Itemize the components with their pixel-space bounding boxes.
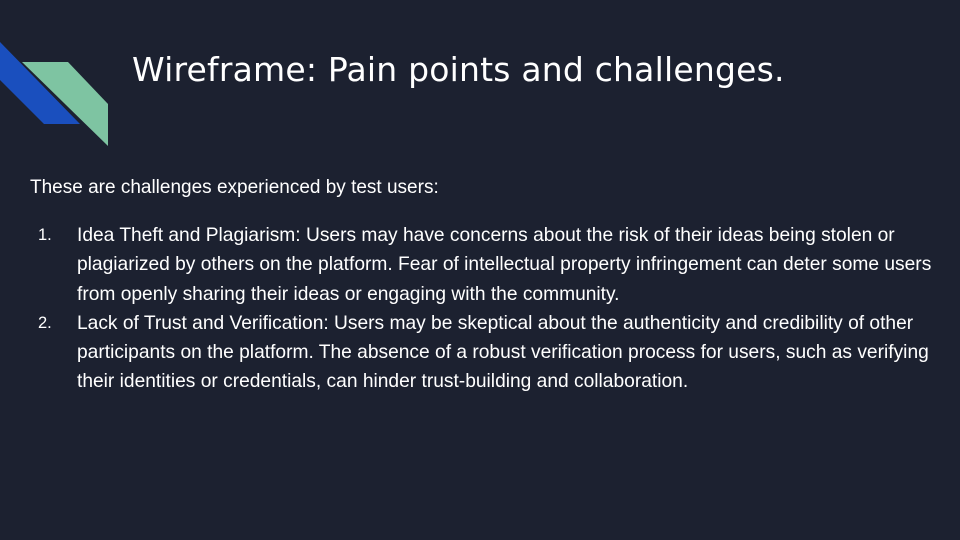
list-item-number: 2.	[38, 313, 52, 332]
list-item-text: Lack of Trust and Verification: Users ma…	[77, 312, 929, 393]
list-item-number: 1.	[38, 226, 52, 244]
list-item-trust-verification: 2. Lack of Trust and Verification: Users…	[30, 309, 935, 397]
intro-text: These are challenges experienced by test…	[30, 177, 439, 198]
decorative-chevron-logo	[0, 42, 108, 146]
challenges-list: 1. Idea Theft and Plagiarism: Users may …	[30, 221, 935, 397]
list-item-idea-theft: 1. Idea Theft and Plagiarism: Users may …	[30, 221, 935, 309]
slide: Wireframe: Pain points and challenges. T…	[0, 0, 960, 540]
list-item-text: Idea Theft and Plagiarism: Users may hav…	[77, 225, 932, 305]
slide-title: Wireframe: Pain points and challenges.	[132, 50, 785, 89]
